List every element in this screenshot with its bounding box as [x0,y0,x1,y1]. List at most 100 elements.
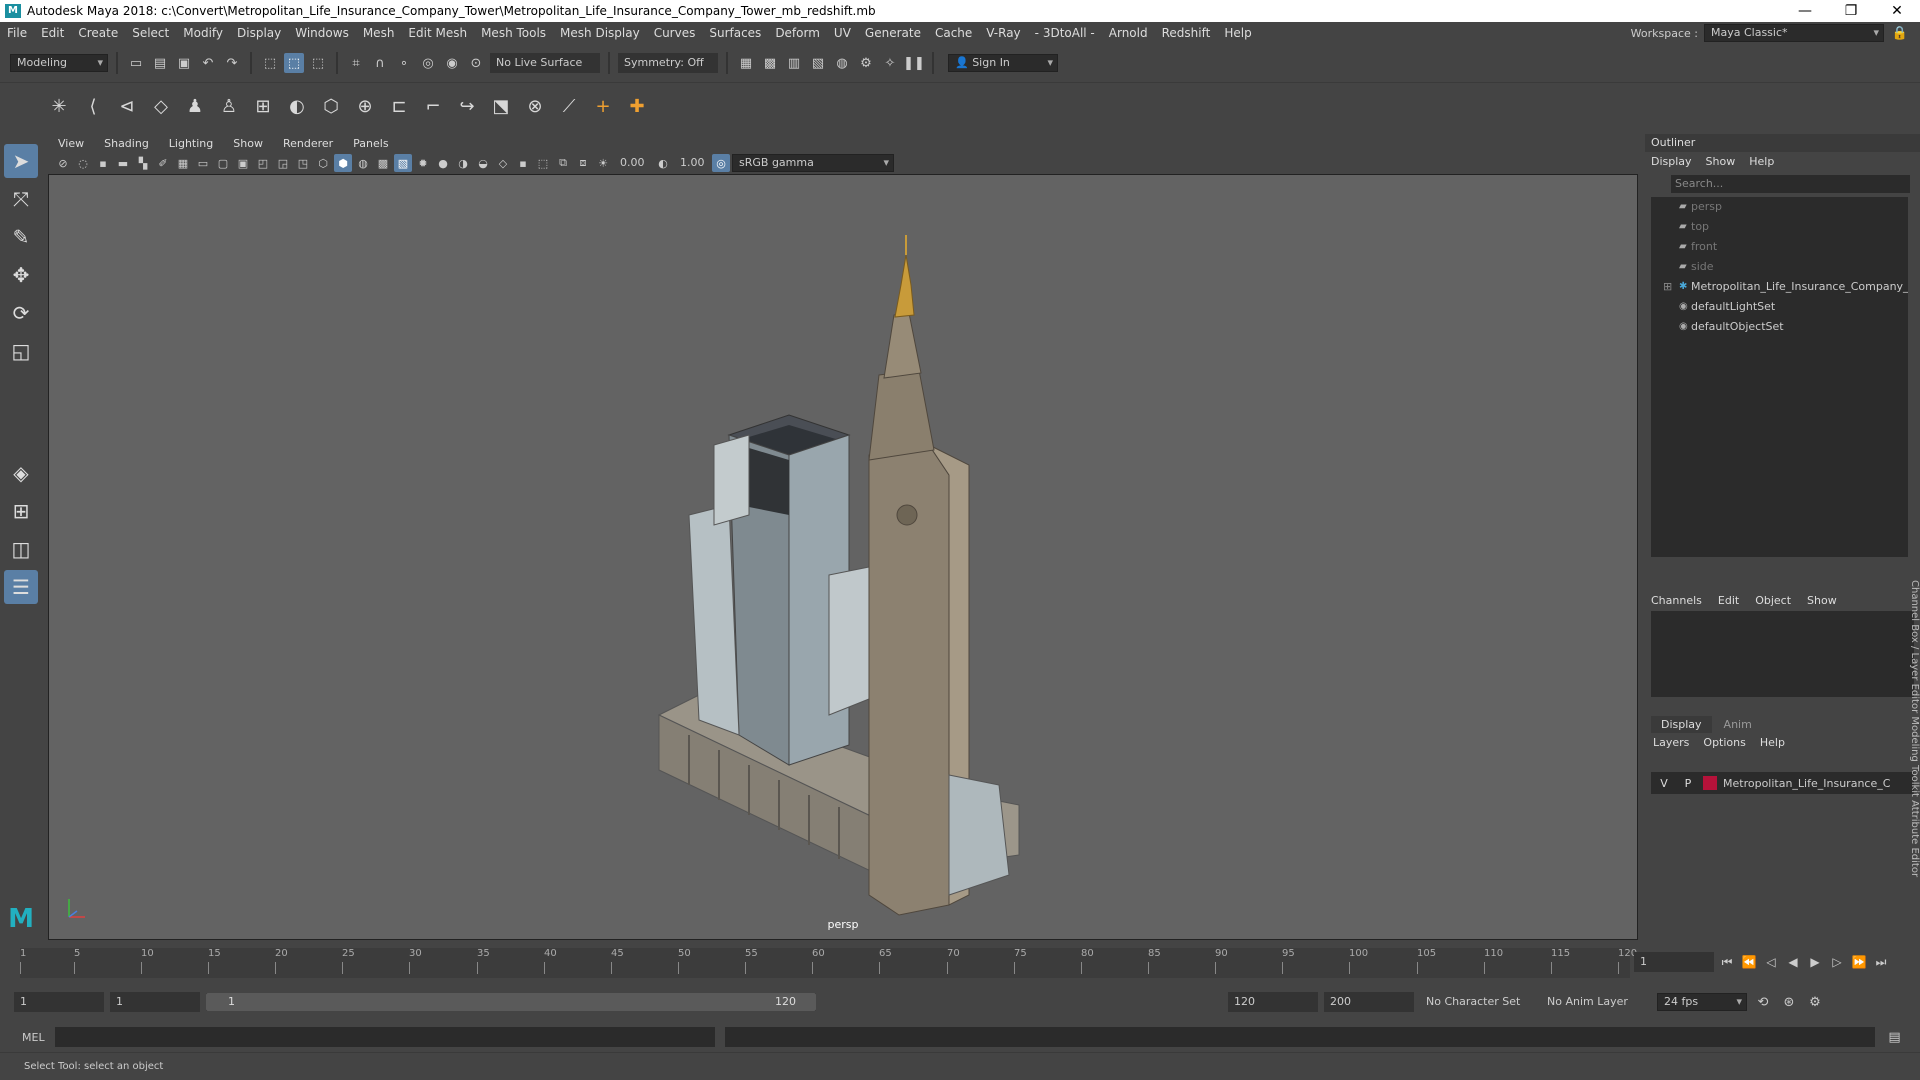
menu-edit[interactable]: Edit [34,26,71,40]
play-backward-icon[interactable]: ◀ [1784,953,1802,971]
safe-title-icon[interactable]: ◳ [294,154,312,172]
outliner-item-top[interactable]: ▰ top [1651,217,1908,237]
shadows-icon[interactable]: ✹ [414,154,432,172]
layer-menu-options[interactable]: Options [1703,736,1745,749]
anti-aliasing-icon[interactable]: ◒ [474,154,492,172]
bookmark-icon[interactable]: ▪ [94,154,112,172]
ambient-occlusion-icon[interactable]: ● [434,154,452,172]
menu-mesh[interactable]: Mesh [356,26,402,40]
hypershade-icon[interactable]: ◍ [832,53,852,73]
mel-label[interactable]: MEL [22,1031,45,1044]
paint-select-icon[interactable]: ✎ [4,220,38,254]
locator-icon[interactable]: + [588,91,618,121]
sculpt-deformer-icon[interactable]: ⊗ [520,91,550,121]
menu-surfaces[interactable]: Surfaces [702,26,768,40]
menu-curves[interactable]: Curves [647,26,703,40]
outliner-item-persp[interactable]: ▰ persp [1651,197,1908,217]
exposure-field[interactable]: 0.00 [614,153,652,173]
move-tool-icon[interactable]: ✥ [4,258,38,292]
safe-action-icon[interactable]: ◲ [274,154,292,172]
use-all-lights-icon[interactable]: ▧ [394,154,412,172]
outliner-menu-display[interactable]: Display [1651,155,1692,168]
snap-live-icon[interactable]: ⊙ [466,53,486,73]
ik-handle-icon[interactable]: ⟨ [78,91,108,121]
workspace-dropdown[interactable]: Maya Classic* [1704,24,1884,42]
outliner-menu-show[interactable]: Show [1706,155,1736,168]
render-setup-icon[interactable]: ⚙ [856,53,876,73]
lock-icon[interactable]: 🔒 [1890,23,1910,43]
outliner-layout-icon[interactable]: ☰ [4,570,38,604]
step-back-frame-icon[interactable]: ◁ [1762,953,1780,971]
loop-icon[interactable]: ⟲ [1753,992,1773,1012]
vp-menu-view[interactable]: View [48,137,94,150]
end-time-field[interactable]: 200 [1324,992,1414,1012]
gamma-icon[interactable]: ◐ [654,154,672,172]
open-scene-icon[interactable]: ▤ [150,53,170,73]
menu-file[interactable]: File [0,26,34,40]
2d-pan-icon[interactable]: ▚ [134,154,152,172]
menu-create[interactable]: Create [71,26,125,40]
layer-menu-help[interactable]: Help [1760,736,1785,749]
redo-icon[interactable]: ↷ [222,53,242,73]
depth-of-field-icon[interactable]: ◇ [494,154,512,172]
range-bar[interactable]: 1 120 [206,993,816,1011]
tab-display[interactable]: Display [1651,716,1712,733]
undo-icon[interactable]: ↶ [198,53,218,73]
camera-attr-icon[interactable]: ◌ [74,154,92,172]
wrap-deformer-icon[interactable]: ⬔ [486,91,516,121]
snap-surface-icon[interactable]: ◉ [442,53,462,73]
grid-toggle-icon[interactable]: ▦ [174,154,192,172]
new-scene-icon[interactable]: ▭ [126,53,146,73]
range-knob[interactable] [206,993,816,1011]
two-pane-icon[interactable]: ◫ [4,532,38,566]
lattice-icon[interactable]: ⬡ [316,91,346,121]
rotate-tool-icon[interactable]: ⟳ [4,296,38,330]
blend-shape-icon[interactable]: ⊏ [384,91,414,121]
joint-tool-icon[interactable]: ✳ [44,91,74,121]
vp-menu-show[interactable]: Show [223,137,273,150]
character-set-dropdown[interactable]: No Character Set [1420,992,1535,1012]
time-slider[interactable]: 1 5 10 15 20 25 30 35 40 45 50 55 60 65 70 75 80 85 90 95 10… [0,944,1920,980]
four-pane-icon[interactable]: ⊞ [4,494,38,528]
outliner-search-input[interactable]: Search... [1671,175,1910,193]
outliner-item-default-light-set[interactable]: ◉ defaultLightSet [1651,297,1908,317]
lasso-tool-icon[interactable]: ⤧ [4,182,38,216]
paint-weights-icon[interactable]: ◐ [282,91,312,121]
grease-pencil-icon[interactable]: ✐ [154,154,172,172]
menu-mesh-display[interactable]: Mesh Display [553,26,647,40]
layer-menu-layers[interactable]: Layers [1653,736,1689,749]
step-forward-key-icon[interactable]: ⏩ [1850,953,1868,971]
symmetry-dropdown[interactable]: Symmetry: Off [618,53,718,73]
pause-render-icon[interactable]: ❚❚ [903,53,925,73]
wireframe-icon[interactable]: ⬡ [314,154,332,172]
outliner-item-group[interactable]: ⊞ ✱ Metropolitan_Life_Insurance_Company_ [1651,277,1908,297]
outliner-menu-help[interactable]: Help [1749,155,1774,168]
image-plane-icon[interactable]: ▬ [114,154,132,172]
menu-arnold[interactable]: Arnold [1102,26,1155,40]
playback-end-field[interactable]: 120 [1228,992,1318,1012]
wireframe-on-shaded-icon[interactable]: ◍ [354,154,372,172]
vp-menu-shading[interactable]: Shading [94,137,159,150]
textured-icon[interactable]: ▩ [374,154,392,172]
save-scene-icon[interactable]: ▣ [174,53,194,73]
channel-menu-show[interactable]: Show [1807,594,1837,607]
menu-mesh-tools[interactable]: Mesh Tools [474,26,553,40]
select-hierarchy-icon[interactable]: ⬚ [260,53,280,73]
menu-display[interactable]: Display [230,26,288,40]
menu-modify[interactable]: Modify [176,26,230,40]
fps-dropdown[interactable]: 24 fps [1657,993,1747,1011]
menu-deform[interactable]: Deform [768,26,827,40]
menu-set-dropdown[interactable]: Modeling [10,54,108,72]
current-frame-field[interactable]: 1 [1634,952,1714,972]
viewport-persp[interactable]: persp [48,174,1638,940]
play-forward-icon[interactable]: ▶ [1806,953,1824,971]
select-tool-icon[interactable]: ➤ [4,144,38,178]
select-component-icon[interactable]: ⬚ [308,53,328,73]
menu-cache[interactable]: Cache [928,26,979,40]
bend-deformer-icon[interactable]: ↪ [452,91,482,121]
go-to-start-icon[interactable]: ⏮ [1718,953,1736,971]
gamma-field[interactable]: 1.00 [674,153,710,173]
exposure-icon[interactable]: ☀ [594,154,612,172]
single-pane-icon[interactable]: ◈ [4,456,38,490]
color-management-icon[interactable]: ◎ [712,154,730,172]
